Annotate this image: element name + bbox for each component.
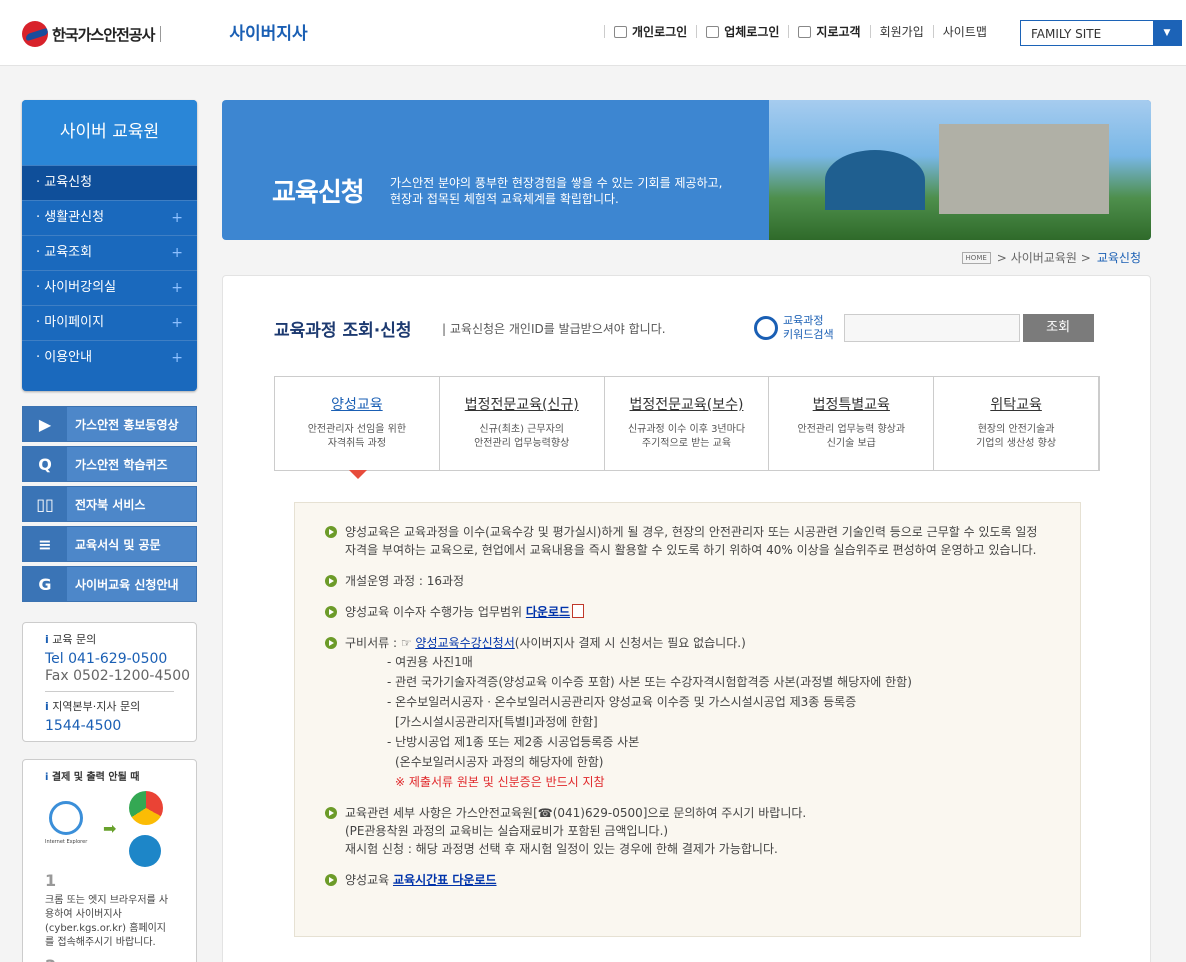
internet-explorer-icon bbox=[49, 801, 83, 835]
application-form-link[interactable]: 양성교육수강신청서 bbox=[415, 636, 514, 650]
tab-training[interactable]: 양성교육 안전관리자 선임을 위한 자격취득 과정 bbox=[275, 377, 440, 470]
tab-consigned[interactable]: 위탁교육 현장의 안전기술과 기업의 생산성 향상 bbox=[934, 377, 1099, 470]
side-item-cyber-class[interactable]: · 사이버강의실 + bbox=[22, 270, 197, 305]
logo[interactable]: 한국가스안전공사 사이버지사 bbox=[22, 20, 308, 48]
schedule-download-link[interactable]: 교육시간표 다운로드 bbox=[393, 873, 497, 887]
plus-icon: + bbox=[171, 350, 183, 366]
side-item-guide[interactable]: · 이용안내 + bbox=[22, 340, 197, 375]
building-photo bbox=[769, 100, 1151, 240]
chevron-down-icon[interactable]: ▼ bbox=[1153, 21, 1181, 45]
search-icon bbox=[754, 316, 778, 340]
search-input[interactable] bbox=[843, 314, 1020, 342]
kgs-logo-icon bbox=[22, 21, 48, 47]
page-desc: | 교육신청은 개인ID를 발급받으셔야 합니다. bbox=[442, 322, 666, 336]
chrome-icon bbox=[129, 791, 163, 825]
tel-number: Tel 041-629-0500 bbox=[45, 651, 168, 667]
giro-customer-link[interactable]: 지로고객 bbox=[788, 25, 869, 39]
header: 한국가스안전공사 사이버지사 개인로그인 업체로그인 지로고객 회원가입 사이트… bbox=[0, 0, 1186, 66]
tab-legal-new[interactable]: 법정전문교육(신규) 신규(최초) 근무자의 안전관리 업무능력향상 bbox=[440, 377, 605, 470]
plus-icon: + bbox=[171, 280, 183, 296]
pdf-icon bbox=[572, 604, 585, 618]
logo-sub: 사이버지사 bbox=[229, 24, 308, 44]
ebook-button[interactable]: ▯▯ 전자북 서비스 bbox=[22, 486, 197, 522]
notice-text: ※ 제출서류 원본 및 신분증은 반드시 지참 bbox=[395, 775, 605, 789]
top-nav: 개인로그인 업체로그인 지로고객 회원가입 사이트맵 bbox=[604, 25, 996, 39]
side-item-dorm[interactable]: · 생활관신청 + bbox=[22, 200, 197, 235]
video-icon: ▶ bbox=[23, 407, 67, 441]
side-menu-title: 사이버 교육원 bbox=[22, 100, 197, 165]
search-area: 교육과정 키워드검색 조회 bbox=[754, 314, 1094, 342]
briefcase-icon bbox=[706, 25, 720, 38]
course-info: 양성교육은 교육과정을 이수(교육수강 및 평가실시)하게 될 경우, 현장의 … bbox=[294, 502, 1081, 937]
g-logo-icon: G bbox=[23, 567, 67, 601]
side-menu: 사이버 교육원 · 교육신청 · 생활관신청 + · 교육조회 + · 사이버강의실… bbox=[22, 100, 197, 391]
page-title: 교육과정 조회·신청 bbox=[274, 321, 412, 341]
banner-desc: 가스안전 분야의 풍부한 현장경험을 쌓을 수 있는 기회를 제공하고, 현장과 … bbox=[390, 176, 723, 206]
logo-org: 한국가스안전공사 bbox=[52, 25, 155, 44]
user-icon bbox=[614, 25, 627, 38]
banner-title: 교육신청 bbox=[272, 178, 365, 208]
home-icon[interactable]: HOME bbox=[961, 251, 991, 264]
forms-button[interactable]: ≡ 교육서식 및 공문 bbox=[22, 526, 197, 562]
side-item-edu-lookup[interactable]: · 교육조회 + bbox=[22, 235, 197, 270]
plus-icon: + bbox=[171, 315, 183, 331]
family-site-label: FAMILY SITE bbox=[1031, 27, 1102, 41]
personal-login-link[interactable]: 개인로그인 bbox=[604, 25, 696, 39]
arrow-right-icon: ➡ bbox=[103, 819, 117, 838]
course-tabs: 양성교육 안전관리자 선임을 위한 자격취득 과정 법정전문교육(신규) 신규(최초… bbox=[274, 376, 1100, 479]
breadcrumb-current: 교육신청 bbox=[1096, 251, 1141, 265]
tab-legal-special[interactable]: 법정특별교육 안전관리 업무능력 향상과 신기술 보급 bbox=[769, 377, 935, 470]
plus-icon: + bbox=[171, 245, 183, 261]
promo-video-button[interactable]: ▶ 가스안전 홍보동영상 bbox=[22, 406, 197, 442]
book-icon: ▯▯ bbox=[23, 487, 67, 521]
main-content: 교육과정 조회·신청 | 교육신청은 개인ID를 발급받으셔야 합니다. 교육과… bbox=[222, 275, 1151, 962]
quiz-button[interactable]: Q 가스안전 학습퀴즈 bbox=[22, 446, 197, 482]
list-icon bbox=[798, 25, 812, 38]
tab-legal-refresh[interactable]: 법정전문교육(보수) 신규과정 이수 이후 3년마다 주기적으로 받는 교육 bbox=[605, 377, 770, 470]
scope-download-link[interactable]: 다운로드 bbox=[526, 605, 570, 619]
side-item-edu-apply[interactable]: · 교육신청 bbox=[22, 165, 197, 200]
fax-number: Fax 0502-1200-4500 bbox=[45, 668, 191, 684]
payment-help-box: i 결제 및 출력 안될 때 Internet Explorer ➡ 1 크롬 … bbox=[22, 759, 197, 962]
side-item-mypage[interactable]: · 마이페이지 + bbox=[22, 305, 197, 340]
family-site-select[interactable]: FAMILY SITE ▼ bbox=[1020, 20, 1182, 46]
banner: 교육신청 가스안전 분야의 풍부한 현장경험을 쌓을 수 있는 기회를 제공하고… bbox=[222, 100, 1151, 240]
breadcrumb: HOME > 사이버교육원 > 교육신청 bbox=[961, 249, 1141, 266]
quiz-icon: Q bbox=[23, 447, 67, 481]
region-number: 1544-4500 bbox=[45, 718, 122, 734]
contact-box: i 교육 문의 Tel 041-629-0500 Fax 0502-1200-4… bbox=[22, 622, 197, 742]
signup-link[interactable]: 회원가입 bbox=[869, 25, 933, 39]
document-icon: ≡ bbox=[23, 527, 67, 561]
breadcrumb-item[interactable]: 사이버교육원 bbox=[1011, 249, 1077, 266]
cyber-apply-guide-button[interactable]: G 사이버교육 신청안내 bbox=[22, 566, 197, 602]
company-login-link[interactable]: 업체로그인 bbox=[696, 25, 788, 39]
search-button[interactable]: 조회 bbox=[1022, 314, 1094, 342]
sitemap-link[interactable]: 사이트맵 bbox=[932, 25, 996, 39]
plus-icon: + bbox=[171, 210, 183, 226]
edge-icon bbox=[129, 835, 161, 867]
active-tab-arrow-icon bbox=[349, 470, 367, 479]
